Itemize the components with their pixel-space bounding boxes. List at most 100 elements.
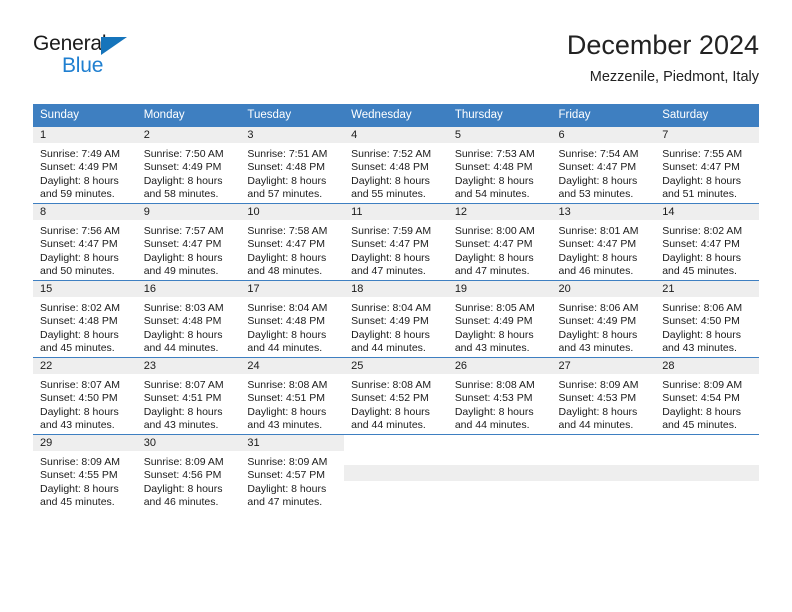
calendar-day-cell[interactable]: 16 Sunrise: 8:03 AM Sunset: 4:48 PM Dayligh… [136, 280, 241, 358]
day-details: Sunrise: 7:50 AM Sunset: 4:49 PM Daylight:… [137, 143, 241, 202]
calendar-day-cell[interactable]: 9 Sunrise: 7:57 AM Sunset: 4:47 PM Daylight… [136, 203, 241, 281]
sunrise-time: Sunrise: 8:08 AM [454, 379, 535, 391]
calendar-day-cell[interactable]: 5 Sunrise: 7:53 AM Sunset: 4:48 PM Daylight… [447, 126, 552, 204]
sunrise-time: Sunrise: 7:55 AM [662, 148, 743, 160]
calendar-day-cell[interactable]: 26 Sunrise: 8:08 AM Sunset: 4:53 PM Dayligh… [447, 357, 552, 435]
day-number: 27 [551, 358, 656, 374]
day-number: 23 [136, 358, 241, 374]
logo-text-blue: Blue [62, 54, 104, 77]
daylight-duration-line2: and 45 minutes. [40, 342, 115, 355]
sunset-time: Sunset: 4:47 PM [247, 238, 326, 251]
sunset-time: Sunset: 4:49 PM [40, 161, 118, 174]
day-details: Sunrise: 8:08 AM Sunset: 4:51 PM Daylight:… [240, 374, 344, 433]
sunset-time: Sunset: 4:47 PM [143, 238, 222, 251]
calendar-day-cell[interactable]: 13 Sunrise: 8:01 AM Sunset: 4:47 PM Dayligh… [551, 203, 656, 281]
sunrise-time: Sunrise: 8:03 AM [143, 302, 224, 314]
daylight-duration-line1: Daylight: 8 hours [247, 174, 327, 187]
page-header: General Blue December 2024 Mezzenile, Pi… [33, 28, 759, 98]
page-title: December 2024 [566, 30, 759, 60]
calendar-day-cell[interactable]: 22 Sunrise: 8:07 AM Sunset: 4:50 PM Dayligh… [33, 357, 137, 435]
sunset-time: Sunset: 4:55 PM [40, 469, 118, 482]
sunrise-time: Sunrise: 7:58 AM [247, 225, 328, 237]
calendar-day-cell[interactable]: 21 Sunrise: 8:06 AM Sunset: 4:50 PM Dayligh… [655, 280, 759, 358]
daylight-duration-line2: and 43 minutes. [662, 342, 737, 355]
calendar-day-cell[interactable]: 28 Sunrise: 8:09 AM Sunset: 4:54 PM Dayligh… [655, 357, 759, 435]
day-number: 4 [344, 127, 448, 143]
calendar-day-cell[interactable]: 31 Sunrise: 8:09 AM Sunset: 4:57 PM Dayligh… [240, 434, 345, 511]
sunset-time: Sunset: 4:54 PM [662, 392, 740, 405]
daylight-duration-line1: Daylight: 8 hours [558, 174, 638, 187]
day-details: Sunrise: 8:06 AM Sunset: 4:49 PM Daylight:… [552, 297, 656, 356]
calendar-week-row: 29 Sunrise: 8:09 AM Sunset: 4:55 PM Dayligh… [33, 434, 759, 511]
sunset-time: Sunset: 4:50 PM [662, 315, 740, 328]
daylight-duration-line1: Daylight: 8 hours [143, 482, 223, 495]
calendar-day-cell[interactable]: 17 Sunrise: 8:04 AM Sunset: 4:48 PM Dayligh… [240, 280, 345, 358]
sunrise-time: Sunrise: 8:01 AM [558, 225, 639, 237]
sunset-time: Sunset: 4:47 PM [40, 238, 118, 251]
calendar-day-cell[interactable]: 11 Sunrise: 7:59 AM Sunset: 4:47 PM Dayligh… [344, 203, 448, 281]
calendar-day-cell[interactable]: 7 Sunrise: 7:55 AM Sunset: 4:47 PM Daylight… [655, 126, 759, 204]
weekday-header-wednesday: Wednesday [344, 104, 448, 127]
sunrise-time: Sunrise: 7:54 AM [558, 148, 639, 160]
general-blue-logo[interactable]: General Blue [33, 32, 193, 88]
daylight-duration-line2: and 49 minutes. [143, 265, 219, 278]
calendar-day-cell[interactable]: 29 Sunrise: 8:09 AM Sunset: 4:55 PM Dayligh… [33, 434, 137, 511]
sunset-time: Sunset: 4:49 PM [558, 315, 637, 328]
day-details: Sunrise: 7:59 AM Sunset: 4:47 PM Daylight:… [344, 220, 448, 279]
sunrise-time: Sunrise: 8:07 AM [40, 379, 120, 391]
daylight-duration-line1: Daylight: 8 hours [662, 405, 742, 418]
calendar-day-cell[interactable]: 1 Sunrise: 7:49 AM Sunset: 4:49 PM Daylight… [33, 126, 137, 204]
daylight-duration-line2: and 43 minutes. [247, 419, 323, 432]
daylight-duration-line2: and 48 minutes. [247, 265, 323, 278]
calendar-day-cell[interactable]: 27 Sunrise: 8:09 AM Sunset: 4:53 PM Dayligh… [551, 357, 656, 435]
calendar-day-cell[interactable]: 10 Sunrise: 7:58 AM Sunset: 4:47 PM Dayligh… [240, 203, 345, 281]
sunset-time: Sunset: 4:47 PM [662, 161, 740, 174]
calendar-week-row: 8 Sunrise: 7:56 AM Sunset: 4:47 PM Daylight… [33, 203, 759, 281]
day-details: Sunrise: 7:56 AM Sunset: 4:47 PM Daylight:… [33, 220, 137, 279]
calendar-day-cell[interactable]: 18 Sunrise: 8:04 AM Sunset: 4:49 PM Dayligh… [344, 280, 448, 358]
day-number: 8 [33, 204, 137, 220]
calendar-day-cell[interactable]: 14 Sunrise: 8:02 AM Sunset: 4:47 PM Dayligh… [655, 203, 759, 281]
calendar-day-cell[interactable]: 6 Sunrise: 7:54 AM Sunset: 4:47 PM Daylight… [551, 126, 656, 204]
daylight-duration-line1: Daylight: 8 hours [351, 174, 430, 187]
sunrise-time: Sunrise: 8:09 AM [247, 456, 328, 468]
day-details: Sunrise: 8:06 AM Sunset: 4:50 PM Daylight:… [655, 297, 759, 356]
sunset-time: Sunset: 4:49 PM [454, 315, 533, 328]
sunrise-time: Sunrise: 8:06 AM [662, 302, 743, 314]
calendar-day-cell[interactable]: 4 Sunrise: 7:52 AM Sunset: 4:48 PM Daylight… [344, 126, 448, 204]
calendar-empty-cell [447, 434, 552, 511]
daylight-duration-line1: Daylight: 8 hours [40, 251, 119, 264]
calendar-day-cell[interactable]: 24 Sunrise: 8:08 AM Sunset: 4:51 PM Dayligh… [240, 357, 345, 435]
daylight-duration-line2: and 44 minutes. [351, 419, 426, 432]
calendar-day-cell[interactable]: 30 Sunrise: 8:09 AM Sunset: 4:56 PM Dayligh… [136, 434, 241, 511]
sunset-time: Sunset: 4:50 PM [40, 392, 118, 405]
day-number: 30 [136, 435, 241, 451]
sunset-time: Sunset: 4:56 PM [143, 469, 222, 482]
day-number: 6 [551, 127, 656, 143]
calendar-day-cell[interactable]: 15 Sunrise: 8:02 AM Sunset: 4:48 PM Dayligh… [33, 280, 137, 358]
daylight-duration-line2: and 53 minutes. [558, 188, 634, 201]
sunset-time: Sunset: 4:48 PM [247, 161, 326, 174]
daylight-duration-line1: Daylight: 8 hours [143, 328, 223, 341]
daylight-duration-line2: and 58 minutes. [143, 188, 219, 201]
calendar-day-cell[interactable]: 20 Sunrise: 8:06 AM Sunset: 4:49 PM Dayligh… [551, 280, 656, 358]
daylight-duration-line2: and 54 minutes. [454, 188, 530, 201]
calendar-day-cell[interactable]: 2 Sunrise: 7:50 AM Sunset: 4:49 PM Daylight… [136, 126, 241, 204]
calendar-day-cell[interactable]: 19 Sunrise: 8:05 AM Sunset: 4:49 PM Dayligh… [447, 280, 552, 358]
daylight-duration-line2: and 44 minutes. [351, 342, 426, 355]
day-details: Sunrise: 8:02 AM Sunset: 4:48 PM Daylight:… [33, 297, 137, 356]
day-number: 13 [551, 204, 656, 220]
daylight-duration-line1: Daylight: 8 hours [558, 251, 638, 264]
calendar-day-cell[interactable]: 25 Sunrise: 8:08 AM Sunset: 4:52 PM Dayligh… [344, 357, 448, 435]
daylight-duration-line1: Daylight: 8 hours [247, 482, 327, 495]
day-details: Sunrise: 8:07 AM Sunset: 4:50 PM Daylight:… [33, 374, 137, 433]
calendar-day-cell[interactable]: 12 Sunrise: 8:00 AM Sunset: 4:47 PM Dayligh… [447, 203, 552, 281]
sunset-time: Sunset: 4:51 PM [247, 392, 326, 405]
day-number-band [447, 465, 552, 481]
calendar-day-cell[interactable]: 23 Sunrise: 8:07 AM Sunset: 4:51 PM Dayligh… [136, 357, 241, 435]
calendar-day-cell[interactable]: 8 Sunrise: 7:56 AM Sunset: 4:47 PM Daylight… [33, 203, 137, 281]
calendar-day-cell[interactable]: 3 Sunrise: 7:51 AM Sunset: 4:48 PM Daylight… [240, 126, 345, 204]
daylight-duration-line2: and 44 minutes. [247, 342, 323, 355]
sunset-time: Sunset: 4:48 PM [351, 161, 429, 174]
sunset-time: Sunset: 4:47 PM [662, 238, 740, 251]
